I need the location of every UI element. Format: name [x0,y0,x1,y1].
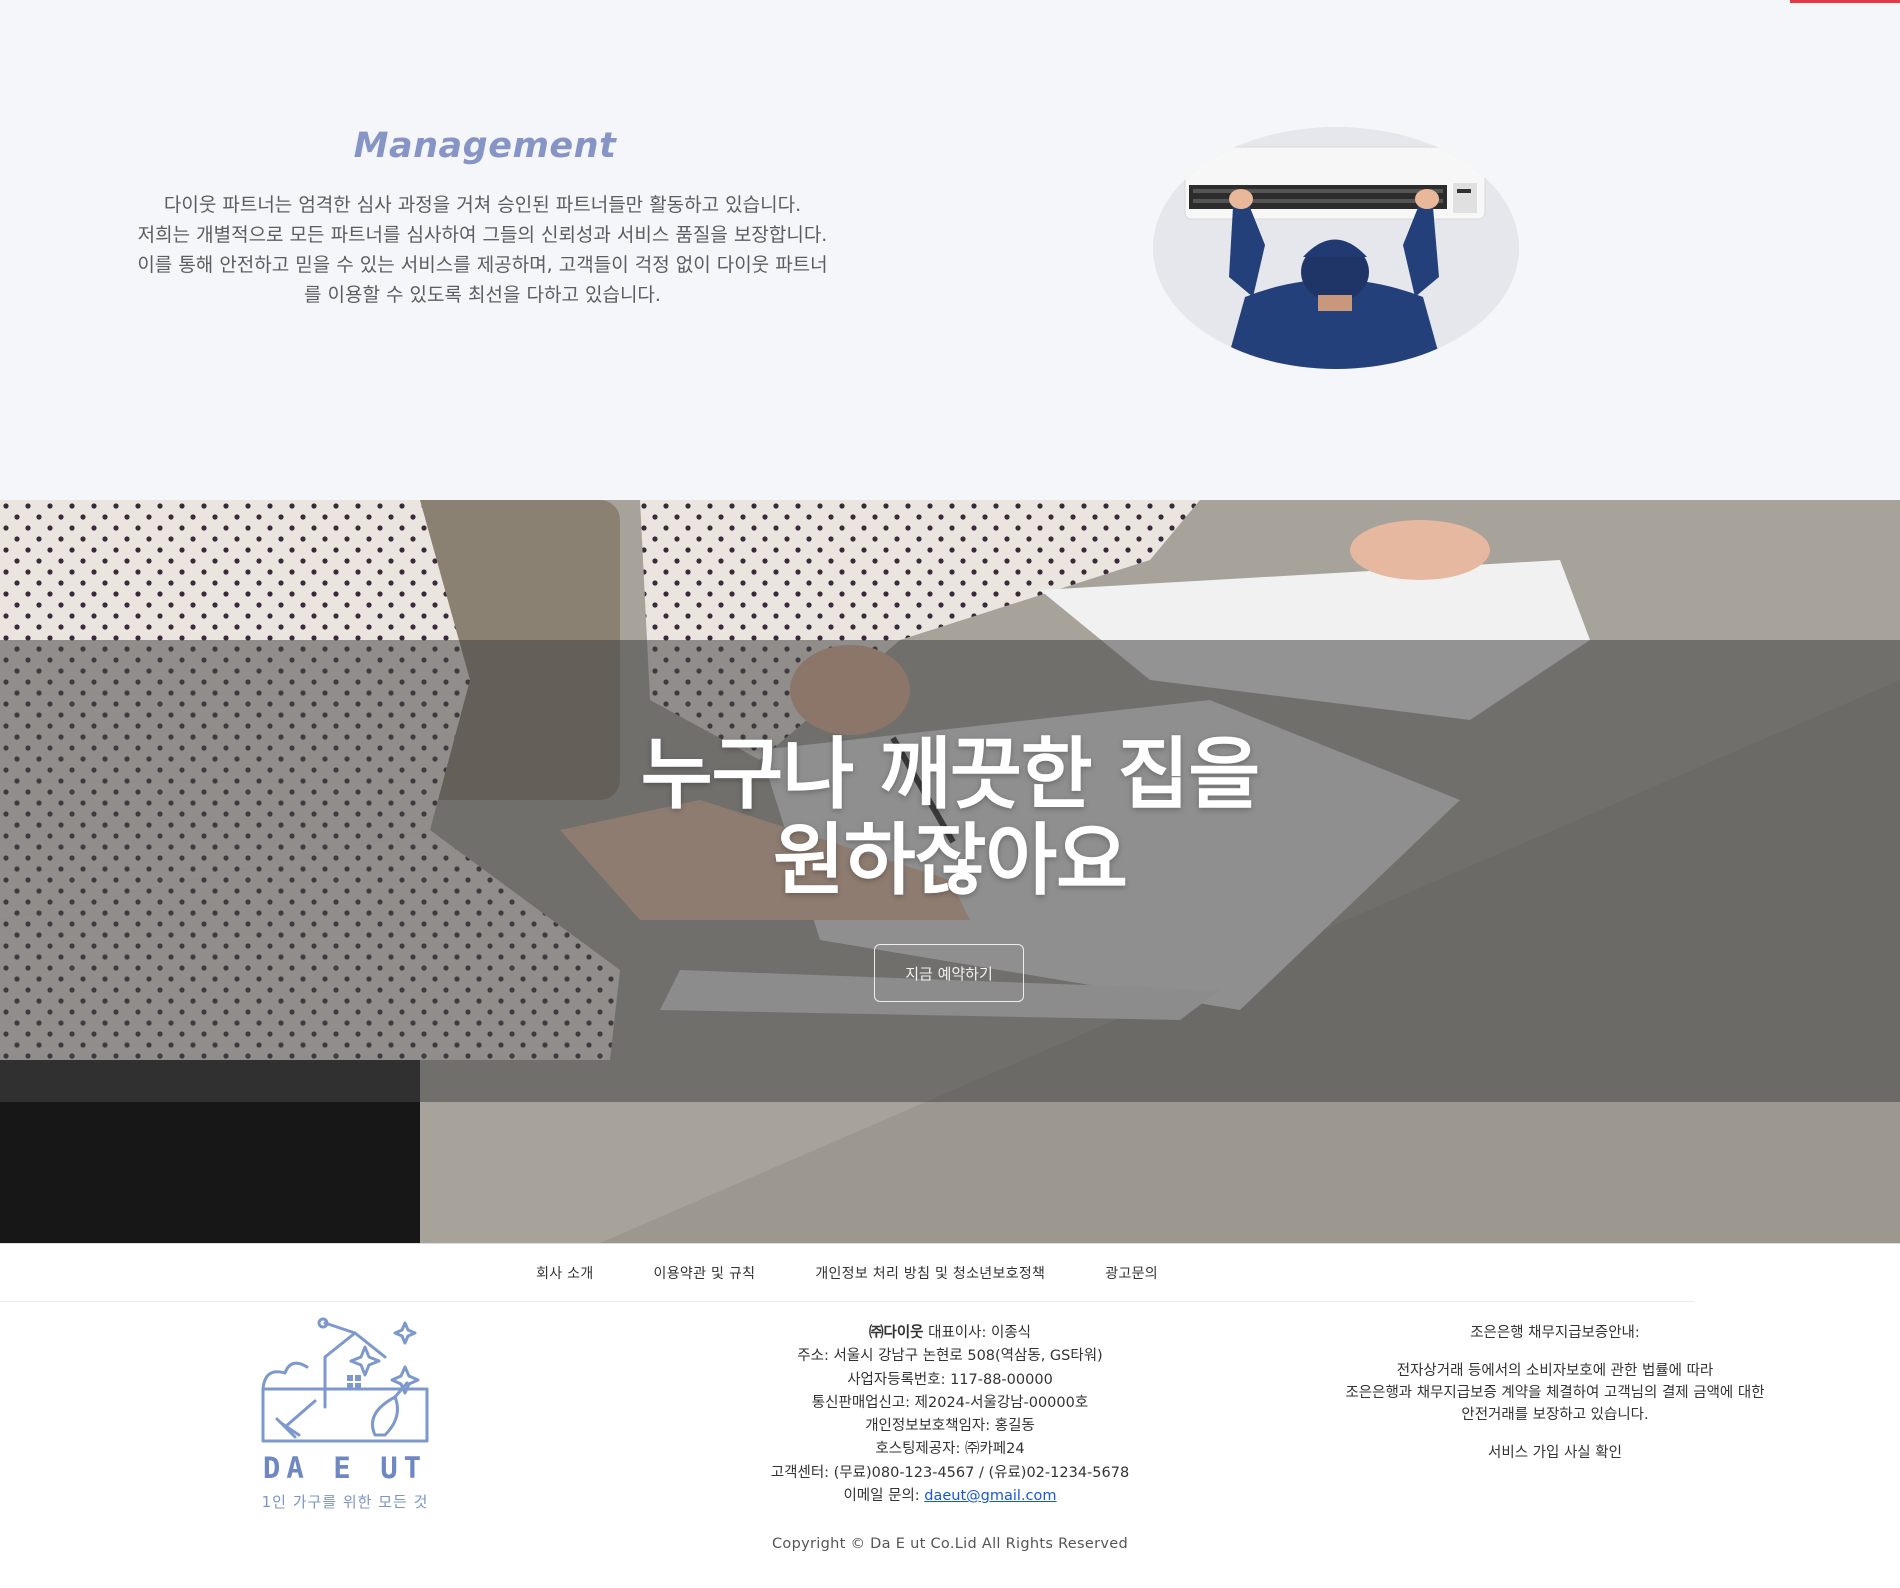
footer-logo[interactable]: DA E UT 1인 가구를 위한 모든 것 [255,1317,435,1517]
escrow-title: 조은은행 채무지급보증안내: [1470,1325,1640,1341]
company-name: ㈜다이웃 [868,1325,924,1341]
email-label: 이메일 문의: [843,1488,925,1505]
footer-link-ads[interactable]: 광고문의 [1105,1263,1158,1283]
footer: 회사 소개 이용약관 및 규칙 개인정보 처리 방침 및 청소년보호정책 광고문… [0,1243,1900,1588]
escrow-info: 조은은행 채무지급보증안내: 전자상거래 등에서의 소비자보호에 관한 법률에 … [1300,1322,1810,1464]
management-desc-line: 다이웃 파트너는 엄격한 심사 과정을 거쳐 승인된 파트너들만 활동하고 있습… [163,194,802,216]
management-section: Management 다이웃 파트너는 엄격한 심사 과정을 거쳐 승인된 파트… [0,0,1900,500]
hero-title-line-2: 원하잖아요 [773,816,1128,906]
management-desc-line: 저희는 개별적으로 모든 파트너를 심사하여 그들의 신뢰성과 서비스 품질을 … [137,224,828,246]
escrow-line: 안전거래를 보장하고 있습니다. [1461,1407,1649,1423]
company-biz-no: 사업자등록번호: 117-88-00000 [847,1371,1053,1388]
company-address: 주소: 서울시 강남구 논현로 508(역삼동, GS타워) [797,1348,1103,1365]
company-support: 고객센터: (무료)080-123-4567 / (유료)02-1234-567… [770,1464,1130,1481]
escrow-line: 전자상거래 등에서의 소비자보호에 관한 법률에 따라 [1396,1363,1714,1379]
company-info: ㈜다이웃 대표이사: 이종식 주소: 서울시 강남구 논현로 508(역삼동, … [700,1322,1200,1508]
escrow-verify-link[interactable]: 서비스 가입 사실 확인 [1300,1442,1810,1464]
management-desc-line: 이를 통해 안전하고 믿을 수 있는 서비스를 제공하며, 고객들이 걱정 없이… [137,254,828,276]
book-now-button[interactable]: 지금 예약하기 [874,944,1024,1002]
email-link[interactable]: daeut@gmail.com [924,1488,1056,1504]
management-desc-line: 를 이용할 수 있도록 최선을 다하고 있습니다. [304,284,661,306]
company-name-line: ㈜다이웃 대표이사: 이종식 [700,1322,1200,1345]
company-hosting: 호스팅제공자: ㈜카페24 [875,1441,1025,1458]
copyright: Copyright © Da E ut Co.Lid All Rights Re… [772,1536,1128,1552]
logo-wordmark: DA E UT [262,1451,428,1485]
management-description: 다이웃 파트너는 엄격한 심사 과정을 거쳐 승인된 파트너들만 활동하고 있습… [90,190,875,310]
management-title: Management [353,126,617,166]
house-cleaning-logo-icon [261,1317,429,1443]
footer-link-about[interactable]: 회사 소개 [536,1263,593,1283]
company-privacy-officer: 개인정보보호책임자: 홍길동 [865,1418,1035,1435]
company-mail-order: 통신판매업신고: 제2024-서울강남-00000호 [811,1394,1089,1411]
company-email-line: 이메일 문의: daeut@gmail.com [700,1485,1200,1508]
logo-tagline: 1인 가구를 위한 모든 것 [261,1493,429,1511]
escrow-line: 조은은행과 채무지급보증 계약을 체결하여 고객님의 결제 금액에 대한 [1345,1385,1765,1401]
hero-title-line-1: 누구나 깨끗한 집을 [640,730,1260,820]
hero-section: 누구나 깨끗한 집을 원하잖아요 지금 예약하기 [0,500,1900,1243]
footer-link-privacy[interactable]: 개인정보 처리 방침 및 청소년보호정책 [815,1263,1045,1283]
hero-title: 누구나 깨끗한 집을 원하잖아요 [0,732,1900,904]
top-accent-bar [1790,0,1900,3]
footer-link-terms[interactable]: 이용약관 및 규칙 [654,1263,756,1283]
footer-nav: 회사 소개 이용약관 및 규칙 개인정보 처리 방침 및 청소년보호정책 광고문… [0,1244,1694,1302]
company-ceo: 대표이사: 이종식 [923,1325,1031,1341]
technician-photo [1153,127,1519,369]
